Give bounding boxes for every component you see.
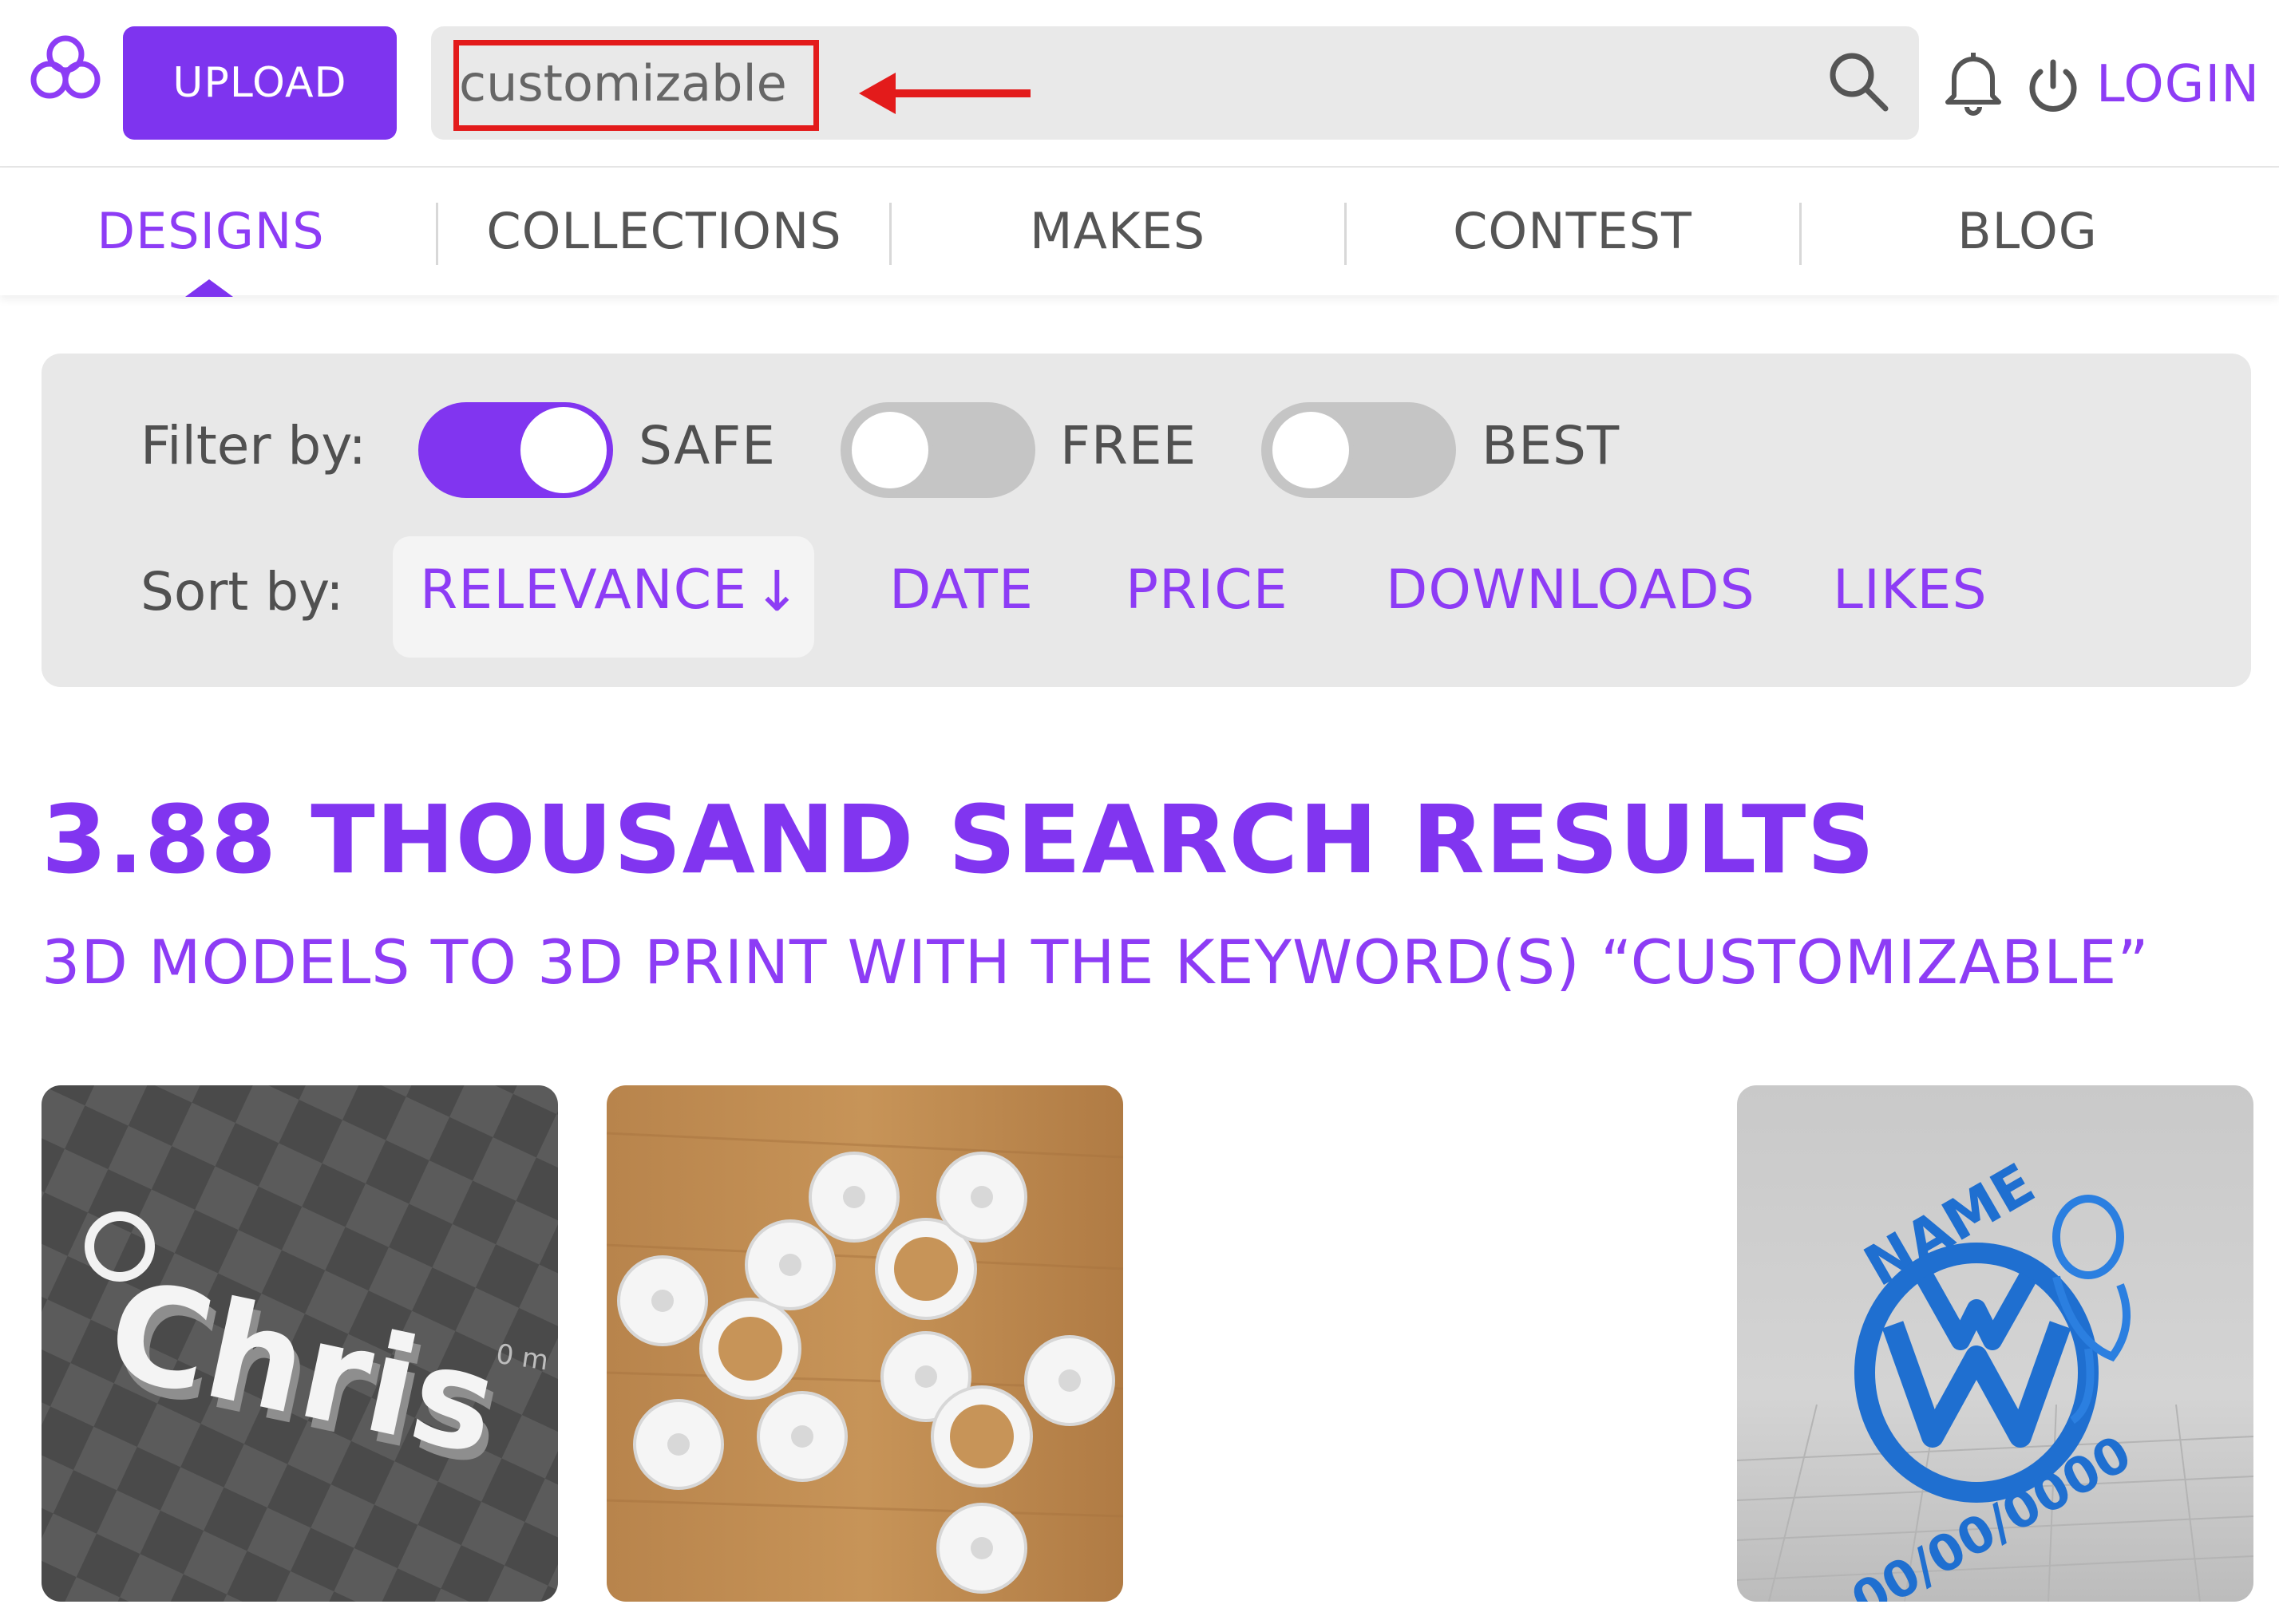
search-highlight-box <box>453 40 819 131</box>
sort-option-relevance[interactable]: RELEVANCE <box>420 559 747 622</box>
best-label: BEST <box>1482 415 1620 476</box>
results-title: 3.88 THOUSAND SEARCH RESULTS <box>42 784 1876 895</box>
free-toggle[interactable] <box>841 402 1035 498</box>
logo-icon[interactable] <box>27 32 104 109</box>
bell-icon[interactable] <box>1945 48 2002 117</box>
filter-panel <box>42 354 2251 687</box>
card-image <box>607 1085 1123 1602</box>
tab-designs[interactable]: DESIGNS <box>43 168 378 295</box>
tab-divider <box>1799 203 1802 265</box>
active-tab-indicator <box>185 279 233 297</box>
free-label: FREE <box>1060 415 1197 476</box>
sort-option-likes[interactable]: LIKES <box>1833 559 1988 622</box>
tab-blog[interactable]: BLOG <box>1844 168 2211 295</box>
card-image: Chris Chris 0 m <box>42 1085 558 1602</box>
result-card-chris-keychain[interactable]: Chris Chris 0 m <box>42 1085 558 1602</box>
login-link[interactable]: LOGIN <box>2096 48 2260 121</box>
annotation-arrow-icon <box>859 73 1031 114</box>
results-subtitle: 3D MODELS TO 3D PRINT WITH THE KEYWORD(S… <box>42 927 2150 998</box>
tab-contest[interactable]: CONTEST <box>1389 168 1756 295</box>
safe-toggle[interactable] <box>418 402 613 498</box>
sort-option-downloads[interactable]: DOWNLOADS <box>1386 559 1755 622</box>
search-icon[interactable] <box>1826 49 1890 113</box>
toggle-knob <box>1268 407 1354 493</box>
result-card-vw-name[interactable]: NAME 00/00/0000 <box>1737 1085 2253 1602</box>
top-bar: UPLOAD customizable LOGIN <box>0 0 2279 168</box>
card-image: NAME 00/00/0000 <box>1737 1085 2253 1602</box>
tab-collections[interactable]: COLLECTIONS <box>482 168 846 295</box>
sort-label: Sort by: <box>140 561 344 622</box>
sort-option-price[interactable]: PRICE <box>1126 559 1288 622</box>
toggle-knob <box>847 407 933 493</box>
main-tabs: DESIGNS COLLECTIONS MAKES CONTEST BLOG <box>0 168 2279 297</box>
safe-label: SAFE <box>639 415 776 476</box>
tab-divider <box>1344 203 1347 265</box>
tab-makes[interactable]: MAKES <box>934 168 1301 295</box>
page: UPLOAD customizable LOGIN DESIGNS COLLEC… <box>0 0 2279 1624</box>
best-toggle[interactable] <box>1261 402 1456 498</box>
tab-divider <box>889 203 892 265</box>
sort-option-date[interactable]: DATE <box>889 559 1034 622</box>
result-card-paw-spinners[interactable] <box>607 1085 1123 1602</box>
sort-direction-icon[interactable]: ↓ <box>754 559 801 624</box>
upload-button[interactable]: UPLOAD <box>123 26 397 140</box>
filter-label: Filter by: <box>140 415 366 476</box>
power-icon[interactable] <box>2026 57 2080 115</box>
toggle-knob <box>520 407 607 493</box>
tab-divider <box>436 203 438 265</box>
